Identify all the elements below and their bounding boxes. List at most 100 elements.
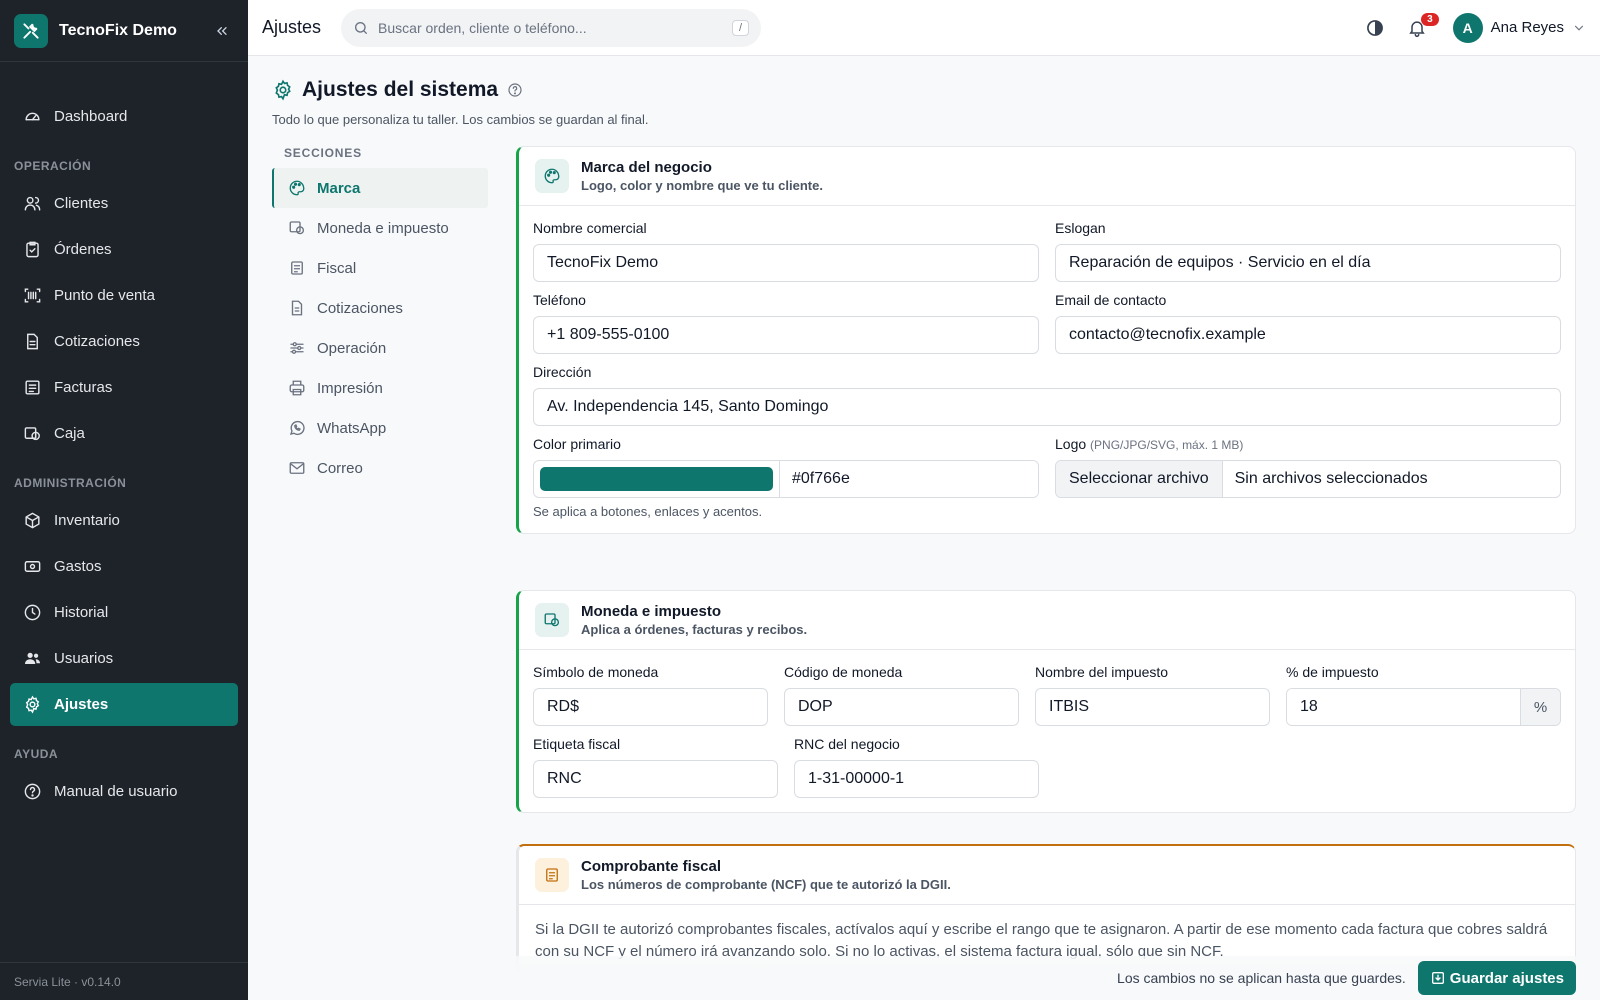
- save-bar: Los cambios no se aplican hasta que guar…: [248, 956, 1600, 1000]
- address-label: Dirección: [533, 364, 592, 380]
- section-link-whatsapp[interactable]: WhatsApp: [272, 408, 488, 448]
- tax-name-field[interactable]: [1035, 688, 1270, 726]
- search-input[interactable]: [378, 19, 732, 36]
- color-swatch-picker[interactable]: [540, 467, 773, 491]
- rnc-field[interactable]: [794, 760, 1039, 798]
- section-link-label: Impresión: [317, 379, 383, 397]
- section-link-label: Cotizaciones: [317, 299, 403, 317]
- tax-name-label: Nombre del impuesto: [1035, 664, 1169, 680]
- primary-color-label: Color primario: [533, 436, 621, 452]
- brand-card: Marca del negocio Logo, color y nombre q…: [516, 146, 1576, 534]
- sidebar-item-gastos[interactable]: Gastos: [10, 545, 238, 588]
- phone-label: Teléfono: [533, 292, 586, 308]
- sidebar-item-cotizaciones[interactable]: Cotizaciones: [10, 320, 238, 363]
- tools-icon: [14, 13, 48, 48]
- sidebar: TecnoFix Demo Dashboard Operación Client…: [0, 0, 248, 1000]
- sidebar-section-title: Ayuda: [14, 747, 59, 761]
- sidebar-item-inventario[interactable]: Inventario: [10, 499, 238, 542]
- user-name: Ana Reyes: [1490, 19, 1564, 36]
- sidebar-item-label: Manual de usuario: [54, 783, 178, 800]
- primary-color-hex-field[interactable]: [780, 461, 1038, 497]
- chevrons-left-icon: [217, 26, 227, 35]
- user-menu[interactable]: A Ana Reyes: [1452, 12, 1586, 43]
- sidebar-item-punto-de-venta[interactable]: Punto de venta: [10, 274, 238, 317]
- sidebar-item-facturas[interactable]: Facturas: [10, 366, 238, 409]
- section-link-label: Moneda e impuesto: [317, 219, 449, 237]
- section-link-correo[interactable]: Correo: [272, 448, 488, 488]
- currency-symbol-field[interactable]: [533, 688, 768, 726]
- receipt-icon: [291, 261, 303, 275]
- fiscal-tag-field[interactable]: [533, 760, 778, 798]
- email-field[interactable]: [1055, 316, 1561, 354]
- save-button-label: Guardar ajustes: [1449, 969, 1564, 987]
- sidebar-item-manual[interactable]: Manual de usuario: [10, 770, 238, 813]
- notification-count-badge: 3: [1421, 12, 1439, 26]
- section-link-moneda[interactable]: Moneda e impuesto: [272, 208, 488, 248]
- box-icon: [25, 512, 40, 529]
- sidebar-item-dashboard[interactable]: Dashboard: [10, 95, 238, 138]
- section-link-cotizaciones[interactable]: Cotizaciones: [272, 288, 488, 328]
- section-link-fiscal[interactable]: Fiscal: [272, 248, 488, 288]
- theme-toggle-button[interactable]: [1359, 12, 1391, 44]
- section-link-label: WhatsApp: [317, 419, 387, 437]
- select-file-button[interactable]: Seleccionar archivo: [1056, 461, 1223, 497]
- slogan-field[interactable]: [1055, 244, 1561, 282]
- invoice-icon: [25, 380, 40, 395]
- coins-icon: [289, 221, 305, 235]
- sidebar-item-label: Cotizaciones: [54, 333, 140, 350]
- topbar-title: Ajustes: [262, 17, 322, 37]
- chevron-down-icon: [1574, 25, 1584, 31]
- trade-name-field[interactable]: [533, 244, 1039, 282]
- currency-code-field[interactable]: [784, 688, 1019, 726]
- gear-icon: [25, 695, 40, 714]
- page-title: Ajustes del sistema: [302, 78, 499, 101]
- section-link-operacion[interactable]: Operación: [272, 328, 488, 368]
- sidebar-item-label: Punto de venta: [54, 287, 155, 304]
- sidebar-item-label: Historial: [54, 604, 109, 621]
- sidebar-item-usuarios[interactable]: Usuarios: [10, 637, 238, 680]
- tax-percent-label: % de impuesto: [1286, 664, 1379, 680]
- tax-percent-field[interactable]: [1287, 689, 1520, 725]
- sidebar-item-ordenes[interactable]: Órdenes: [10, 228, 238, 271]
- collapse-sidebar-button[interactable]: [210, 19, 234, 43]
- app-name: TecnoFix Demo: [59, 21, 177, 39]
- document-icon: [27, 333, 38, 350]
- printer-icon: [289, 380, 305, 396]
- sidebar-item-ajustes[interactable]: Ajustes: [10, 683, 238, 726]
- gauge-icon: [25, 112, 40, 121]
- app-version: Servia Lite · v0.14.0: [0, 962, 248, 1000]
- section-link-marca[interactable]: Marca: [272, 168, 488, 208]
- sidebar-item-historial[interactable]: Historial: [10, 591, 238, 634]
- card-title: Moneda e impuesto: [581, 603, 722, 620]
- sidebar-item-caja[interactable]: Caja: [10, 412, 238, 455]
- trade-name-label: Nombre comercial: [533, 220, 647, 236]
- barcode-scan-icon: [24, 288, 41, 303]
- sidebar-section-title: Operación: [14, 159, 92, 173]
- page-subtitle: Todo lo que personaliza tu taller. Los c…: [272, 112, 649, 127]
- receipt-icon: [535, 858, 569, 892]
- section-link-label: Operación: [317, 339, 387, 357]
- search-icon: [355, 21, 368, 34]
- card-subtitle: Logo, color y nombre que ve tu cliente.: [581, 178, 823, 193]
- sections-nav-title: SECCIONES: [284, 146, 362, 160]
- coins-icon: [535, 603, 569, 637]
- save-icon: [1431, 972, 1444, 984]
- palette-icon: [289, 180, 305, 196]
- save-settings-button[interactable]: Guardar ajustes: [1417, 961, 1576, 995]
- currency-symbol-label: Símbolo de moneda: [533, 664, 659, 680]
- phone-field[interactable]: [533, 316, 1039, 354]
- topbar: Ajustes / 3 A Ana Reyes: [248, 0, 1600, 56]
- help-circle-icon: [24, 783, 41, 800]
- document-icon: [291, 300, 303, 316]
- clock-icon: [24, 604, 41, 621]
- sidebar-section-title: Administración: [14, 476, 127, 490]
- help-circle-icon[interactable]: [507, 82, 523, 98]
- section-link-impresion[interactable]: Impresión: [272, 368, 488, 408]
- sidebar-item-clientes[interactable]: Clientes: [10, 182, 238, 225]
- primary-color-hint: Se aplica a botones, enlaces y acentos.: [533, 504, 763, 519]
- sections-nav: SECCIONES Marca Moneda e impuesto Fiscal…: [272, 144, 488, 488]
- save-note: Los cambios no se aplican hasta que guar…: [1117, 970, 1406, 986]
- notifications-button[interactable]: 3: [1401, 12, 1439, 44]
- logo-format-note: (PNG/JPG/SVG, máx. 1 MB): [1090, 438, 1244, 452]
- address-field[interactable]: [533, 388, 1561, 426]
